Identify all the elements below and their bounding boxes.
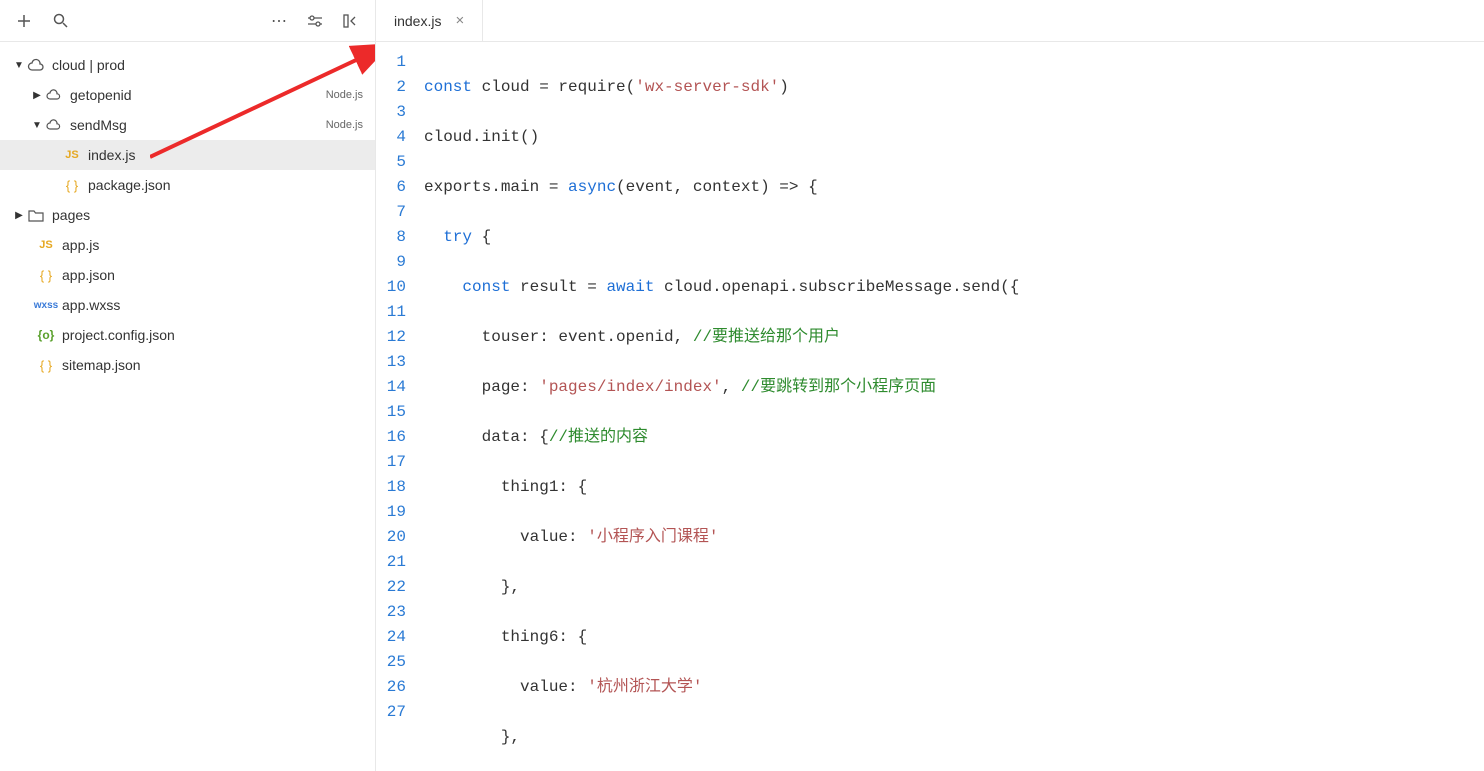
- tree-label: cloud | prod: [52, 57, 367, 73]
- tree-app-json[interactable]: { } app.json: [0, 260, 375, 290]
- wxss-file-icon: wxss: [36, 300, 56, 311]
- search-button[interactable]: [44, 5, 76, 37]
- topbar: ⋯ index.js ×: [0, 0, 1484, 42]
- code-content[interactable]: const cloud = require('wx-server-sdk') c…: [424, 50, 1484, 771]
- tree-label: getopenid: [70, 87, 326, 103]
- search-icon: [53, 13, 68, 28]
- tree-pages[interactable]: ▶ pages: [0, 200, 375, 230]
- line-gutter: 1234567891011121314151617181920212223242…: [376, 50, 424, 771]
- config-file-icon: {o}: [36, 328, 56, 342]
- chevron-down-icon: ▼: [30, 120, 44, 131]
- nodejs-badge: Node.js: [326, 89, 363, 101]
- tree-label: app.wxss: [62, 297, 367, 313]
- json-file-icon: { }: [36, 268, 56, 283]
- tree-label: index.js: [88, 147, 367, 163]
- tree-label: project.config.json: [62, 327, 367, 343]
- js-file-icon: JS: [36, 239, 56, 251]
- tab-index-js[interactable]: index.js ×: [376, 0, 483, 41]
- tree-app-wxss[interactable]: wxss app.wxss: [0, 290, 375, 320]
- cloud-icon: [44, 119, 64, 131]
- tree-label: sitemap.json: [62, 357, 367, 373]
- sidebar-toolbar: ⋯: [0, 0, 376, 41]
- close-icon[interactable]: ×: [455, 12, 464, 29]
- json-file-icon: { }: [36, 358, 56, 373]
- chevron-right-icon: ▶: [30, 90, 44, 101]
- more-button[interactable]: ⋯: [263, 5, 295, 37]
- nodejs-badge: Node.js: [326, 119, 363, 131]
- collapse-panel-button[interactable]: [335, 5, 367, 37]
- tree-label: package.json: [88, 177, 367, 193]
- tree-label: app.js: [62, 237, 367, 253]
- file-explorer: ▼ cloud | prod ▶ getopenid Node.js ▼ sen…: [0, 42, 376, 771]
- tree-package-json[interactable]: { } package.json: [0, 170, 375, 200]
- tree-project-config[interactable]: {o} project.config.json: [0, 320, 375, 350]
- tree-index-js[interactable]: JS index.js: [0, 140, 375, 170]
- code-editor[interactable]: 1234567891011121314151617181920212223242…: [376, 42, 1484, 771]
- json-file-icon: { }: [62, 178, 82, 193]
- chevron-right-icon: ▶: [12, 210, 26, 221]
- plus-icon: [17, 14, 31, 28]
- tree-label: app.json: [62, 267, 367, 283]
- settings-toggle-button[interactable]: [299, 5, 331, 37]
- tree-label: sendMsg: [70, 117, 326, 133]
- tree-root-cloud[interactable]: ▼ cloud | prod: [0, 50, 375, 80]
- new-file-button[interactable]: [8, 5, 40, 37]
- tab-label: index.js: [394, 13, 441, 29]
- cloud-icon: [44, 89, 64, 101]
- ellipsis-icon: ⋯: [271, 11, 287, 31]
- cloud-folder-icon: [26, 58, 46, 72]
- tree-label: pages: [52, 207, 367, 223]
- tree-getopenid[interactable]: ▶ getopenid Node.js: [0, 80, 375, 110]
- chevron-down-icon: ▼: [12, 60, 26, 71]
- js-file-icon: JS: [62, 149, 82, 161]
- tree-sitemap-json[interactable]: { } sitemap.json: [0, 350, 375, 380]
- tree-app-js[interactable]: JS app.js: [0, 230, 375, 260]
- sliders-icon: [307, 14, 323, 28]
- tree-sendmsg[interactable]: ▼ sendMsg Node.js: [0, 110, 375, 140]
- folder-icon: [26, 209, 46, 222]
- panel-collapse-icon: [343, 14, 359, 28]
